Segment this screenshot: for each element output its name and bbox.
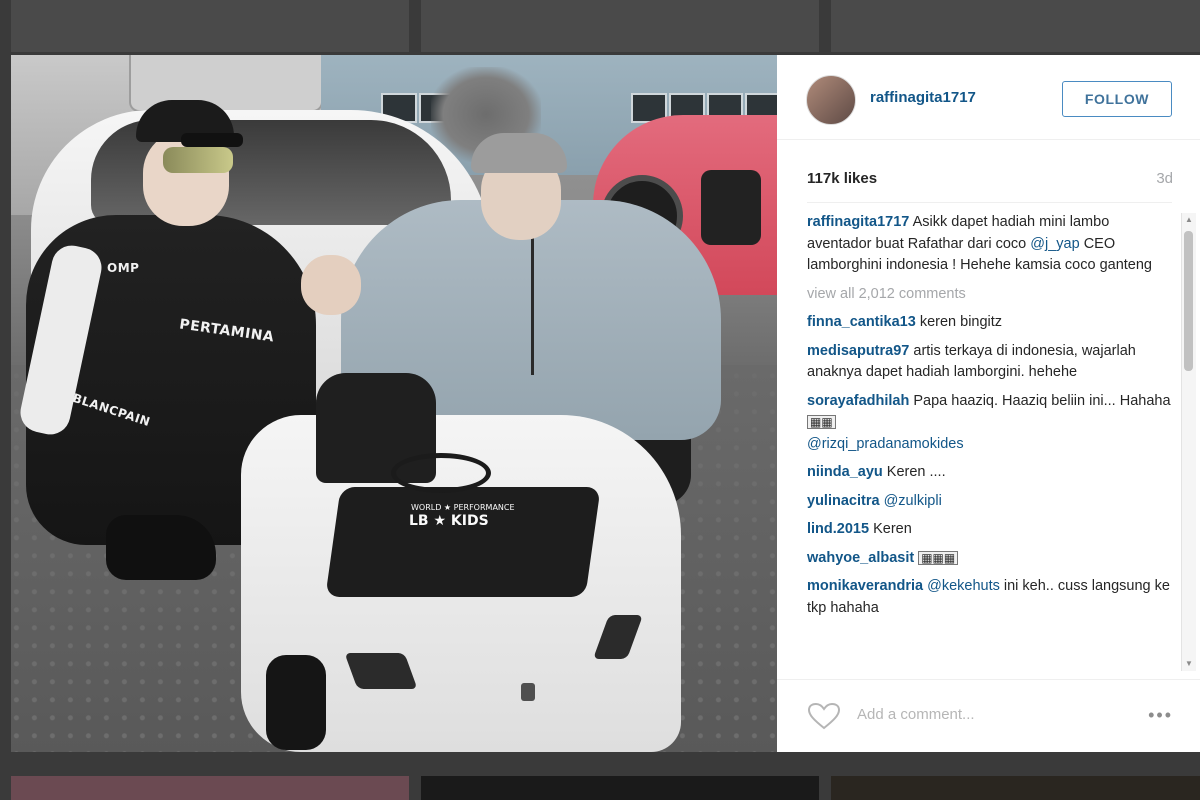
post-sidebar: raffinagita1717 FOLLOW 117k likes 3d raf… bbox=[777, 55, 1200, 752]
comment-username[interactable]: finna_cantika13 bbox=[807, 314, 916, 330]
mini-car-headlight-left bbox=[344, 653, 418, 689]
avatar[interactable] bbox=[806, 75, 856, 125]
comment-text: Keren .... bbox=[886, 464, 946, 480]
person-right-hat bbox=[471, 133, 567, 173]
feed-tile-top-1[interactable] bbox=[11, 0, 409, 52]
feed-tile-bottom-1[interactable] bbox=[11, 776, 409, 800]
post-modal: OMP PERTAMINA BLANCPAIN WORLD ★ PERFORMA… bbox=[11, 55, 1200, 752]
post-header: raffinagita1717 FOLLOW bbox=[777, 55, 1200, 140]
comment-mention[interactable]: @rizqi_pradanamokides bbox=[807, 436, 964, 452]
emoji-icon: ▦▦▦ bbox=[918, 550, 959, 565]
list-item: finna_cantika13 keren bingitz bbox=[807, 312, 1173, 334]
lamborghini-badge-icon bbox=[521, 683, 535, 701]
jacket-logo-omp: OMP bbox=[107, 261, 140, 275]
emoji-icon: ▦▦ bbox=[807, 415, 836, 429]
comment-username[interactable]: niinda_ayu bbox=[807, 464, 883, 480]
post-time[interactable]: 3d bbox=[1156, 170, 1173, 187]
follow-button[interactable]: FOLLOW bbox=[1062, 81, 1172, 117]
list-item: yulinacitra @zulkipli bbox=[807, 491, 1173, 513]
list-item: wahyoe_albasit ▦▦▦ bbox=[807, 548, 1173, 570]
heart-icon[interactable] bbox=[807, 702, 841, 730]
comment-mention[interactable]: @kekehuts bbox=[927, 578, 1000, 594]
red-car-vent bbox=[701, 170, 761, 245]
comment-text: Papa haaziq. Haaziq beliin ini... Hahaha bbox=[913, 392, 1171, 409]
comment-username[interactable]: yulinacitra bbox=[807, 493, 880, 509]
list-item: sorayafadhilah Papa haaziq. Haaziq belii… bbox=[807, 391, 1173, 456]
post-footer: Add a comment... ••• bbox=[777, 679, 1200, 752]
view-all-comments-link[interactable]: view all 2,012 comments bbox=[807, 284, 1173, 306]
list-item: niinda_ayu Keren .... bbox=[807, 462, 1173, 484]
feed-tile-bottom-3[interactable] bbox=[831, 776, 1200, 800]
mirrored-sunglasses bbox=[163, 147, 233, 173]
list-item: monikaverandria @kekehuts ini keh.. cuss… bbox=[807, 576, 1173, 619]
comment-text: Keren bbox=[873, 521, 912, 537]
add-comment-input[interactable]: Add a comment... bbox=[857, 706, 975, 723]
feed-tile-top-2[interactable] bbox=[421, 0, 819, 52]
feed-tile-bottom-2[interactable] bbox=[421, 776, 819, 800]
comment-username[interactable]: medisaputra97 bbox=[807, 343, 909, 359]
comment-text: keren bingitz bbox=[919, 314, 1003, 330]
cap-visor bbox=[181, 133, 243, 147]
caption-username[interactable]: raffinagita1717 bbox=[807, 214, 909, 230]
hood-sticker-main: LB ★ KIDS bbox=[409, 513, 489, 529]
handshake bbox=[301, 255, 361, 315]
comments-scrollbar[interactable]: ▲ ▼ bbox=[1181, 213, 1196, 671]
post-photo[interactable]: OMP PERTAMINA BLANCPAIN WORLD ★ PERFORMA… bbox=[11, 55, 777, 752]
likes-count[interactable]: 117k likes bbox=[807, 170, 877, 187]
more-options-icon[interactable]: ••• bbox=[1148, 705, 1173, 726]
caption: raffinagita1717 Asikk dapet hadiah mini … bbox=[807, 212, 1173, 277]
divider bbox=[807, 202, 1172, 203]
scroll-down-arrow-icon[interactable]: ▼ bbox=[1184, 659, 1194, 669]
scroll-up-arrow-icon[interactable]: ▲ bbox=[1184, 215, 1194, 225]
feed-tile-top-3[interactable] bbox=[831, 0, 1200, 52]
comment-username[interactable]: lind.2015 bbox=[807, 521, 869, 537]
list-item: lind.2015 Keren bbox=[807, 519, 1173, 541]
comment-username[interactable]: sorayafadhilah bbox=[807, 393, 909, 409]
post-username[interactable]: raffinagita1717 bbox=[870, 89, 976, 106]
comments-list: raffinagita1717 Asikk dapet hadiah mini … bbox=[807, 212, 1173, 626]
person-left-boots bbox=[106, 515, 216, 580]
scroll-thumb[interactable] bbox=[1184, 231, 1193, 371]
mini-car-steering-wheel bbox=[391, 453, 491, 493]
mini-car-wheel bbox=[266, 655, 326, 750]
caption-mention[interactable]: @j_yap bbox=[1030, 236, 1079, 252]
list-item: medisaputra97 artis terkaya di indonesia… bbox=[807, 341, 1173, 384]
comment-username[interactable]: wahyoe_albasit bbox=[807, 550, 914, 566]
comment-mention[interactable]: @zulkipli bbox=[884, 493, 942, 509]
comment-username[interactable]: monikaverandria bbox=[807, 578, 923, 594]
hood-sticker-top: WORLD ★ PERFORMANCE bbox=[411, 503, 515, 512]
